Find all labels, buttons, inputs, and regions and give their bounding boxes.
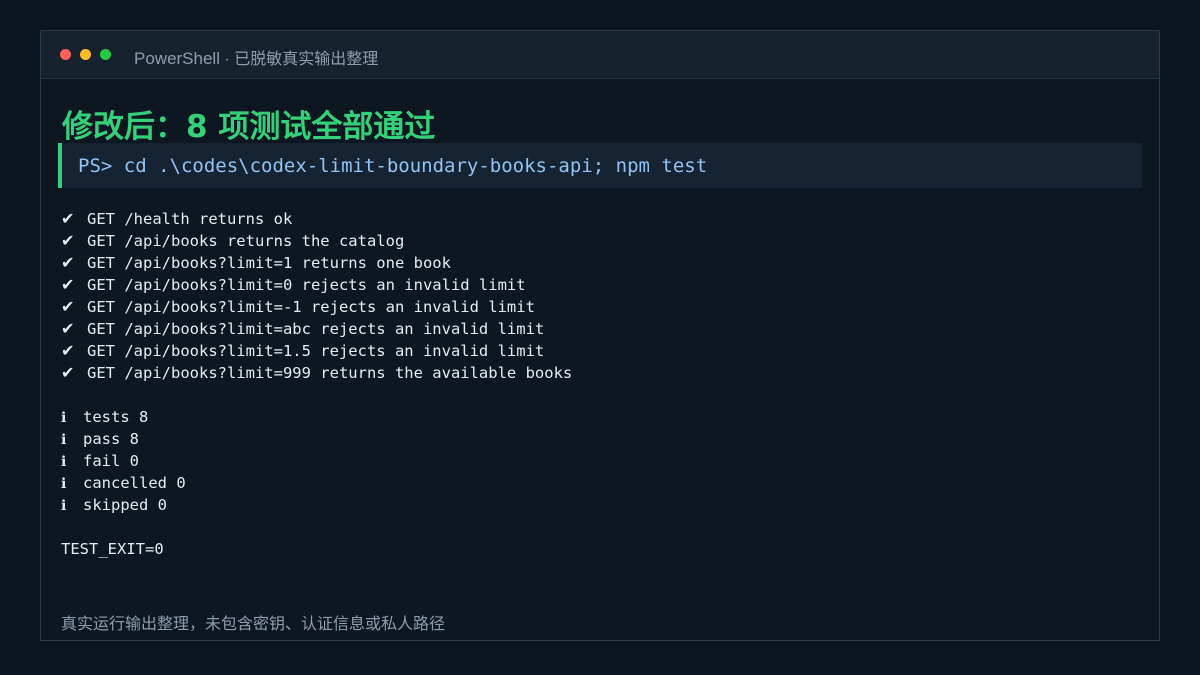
check-icon: ✔ xyxy=(61,363,75,382)
info-icon: ℹ xyxy=(61,454,67,470)
page-title: 修改后：8 项测试全部通过 xyxy=(62,109,436,145)
check-icon: ✔ xyxy=(61,231,75,250)
app-name: PowerShell xyxy=(134,49,220,68)
exit-code-line: TEST_EXIT=0 xyxy=(61,540,164,558)
summary-text: pass 8 xyxy=(83,430,139,448)
test-result-line: ✔ GET /api/books?limit=abc rejects an inv… xyxy=(61,318,572,340)
test-result-text: GET /api/books?limit=abc rejects an inva… xyxy=(87,320,545,338)
summary-line: ℹ tests 8 xyxy=(61,406,572,428)
info-icon: ℹ xyxy=(61,410,67,426)
command-line: PS> cd .\codes\codex-limit-boundary-book… xyxy=(78,155,708,177)
test-result-line: ✔ GET /api/books?limit=-1 rejects an inva… xyxy=(61,296,572,318)
test-result-line: ✔ GET /api/books?limit=1.5 rejects an inv… xyxy=(61,340,572,362)
test-result-text: GET /api/books?limit=1 returns one book xyxy=(87,254,451,272)
test-result-text: GET /api/books?limit=-1 rejects an inval… xyxy=(87,298,535,316)
footer-note: 真实运行输出整理，未包含密钥、认证信息或私人路径 xyxy=(61,616,446,633)
minimize-window-button[interactable] xyxy=(80,49,91,60)
title-separator: · xyxy=(220,51,235,68)
test-result-text: GET /api/books?limit=1.5 rejects an inva… xyxy=(87,342,545,360)
test-result-line: ✔ GET /api/books?limit=999 returns the av… xyxy=(61,362,572,384)
command-block: PS> cd .\codes\codex-limit-boundary-book… xyxy=(58,143,1142,188)
summary-line: ℹ fail 0 xyxy=(61,450,572,472)
info-icon: ℹ xyxy=(61,432,67,448)
check-icon: ✔ xyxy=(61,341,75,360)
window-title: PowerShell · 已脱敏真实输出整理 xyxy=(134,45,378,69)
test-result-line: ✔ GET /api/books?limit=1 returns one book xyxy=(61,252,572,274)
check-icon: ✔ xyxy=(61,253,75,272)
summary-text: fail 0 xyxy=(83,452,139,470)
terminal-output: ✔ GET /health returns ok ✔ GET /api/books … xyxy=(61,208,572,560)
check-icon: ✔ xyxy=(61,297,75,316)
info-icon: ℹ xyxy=(61,476,67,492)
test-result-line: ✔ GET /api/books?limit=0 rejects an inval… xyxy=(61,274,572,296)
test-result-text: GET /api/books returns the catalog xyxy=(87,232,405,250)
test-result-text: GET /api/books?limit=0 rejects an invali… xyxy=(87,276,526,294)
terminal-window: PowerShell · 已脱敏真实输出整理 修改后：8 项测试全部通过 PS>… xyxy=(40,30,1160,641)
check-icon: ✔ xyxy=(61,275,75,294)
check-icon: ✔ xyxy=(61,209,75,228)
title-bar: PowerShell · 已脱敏真实输出整理 xyxy=(41,31,1159,79)
summary-line: ℹ pass 8 xyxy=(61,428,572,450)
maximize-window-button[interactable] xyxy=(100,49,111,60)
summary-line: ℹ cancelled 0 xyxy=(61,472,572,494)
check-icon: ✔ xyxy=(61,319,75,338)
info-icon: ℹ xyxy=(61,498,67,514)
window-subtitle: 已脱敏真实输出整理 xyxy=(234,51,379,68)
summary-text: cancelled 0 xyxy=(83,474,186,492)
summary-text: tests 8 xyxy=(83,408,149,426)
test-result-text: GET /api/books?limit=999 returns the ava… xyxy=(87,364,573,382)
test-result-text: GET /health returns ok xyxy=(87,210,293,228)
summary-text: skipped 0 xyxy=(83,496,167,514)
close-window-button[interactable] xyxy=(60,49,71,60)
test-result-line: ✔ GET /api/books returns the catalog xyxy=(61,230,572,252)
summary-line: ℹ skipped 0 xyxy=(61,494,572,516)
test-result-line: ✔ GET /health returns ok xyxy=(61,208,572,230)
